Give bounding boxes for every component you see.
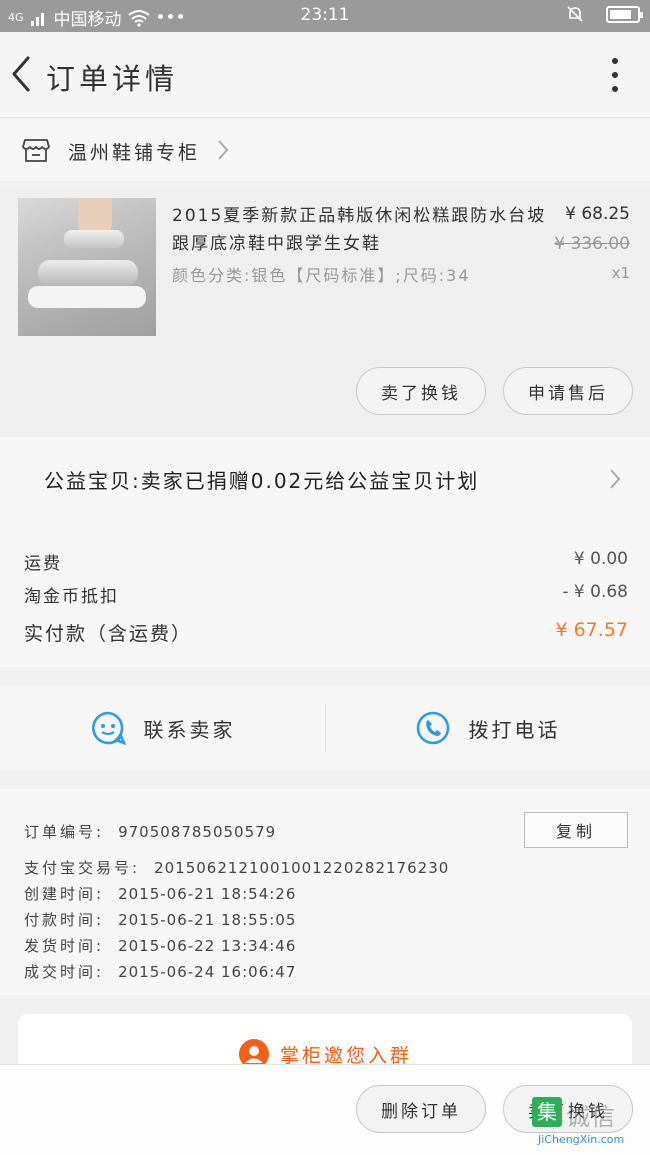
chevron-right-icon xyxy=(610,469,621,489)
back-arrow-icon[interactable] xyxy=(6,54,36,94)
contact-bar: 联系卖家 拨打电话 xyxy=(0,686,650,770)
charity-text: 公益宝贝:卖家已捐赠0.02元给公益宝贝计划 xyxy=(44,469,480,493)
call-phone-button[interactable]: 拨打电话 xyxy=(325,686,650,770)
after-sale-button[interactable]: 申请售后 xyxy=(503,367,633,415)
clock: 23:11 xyxy=(300,5,350,25)
product-thumbnail[interactable] xyxy=(18,198,156,336)
cost-value: ¥ 0.00 xyxy=(573,549,628,569)
total-paid-value: ¥ 67.57 xyxy=(555,619,628,641)
order-number: 970508785050579 xyxy=(118,823,277,841)
battery-icon xyxy=(606,5,643,23)
info-row: 创建时间: 2015-06-21 18:54:26 xyxy=(24,883,296,904)
shop-row[interactable]: 温州鞋铺专柜 xyxy=(0,119,650,181)
info-label: 成交时间: xyxy=(24,963,105,981)
product-item[interactable]: 2015夏季新款正品韩版休闲松糕跟防水台坡跟厚底凉鞋中跟学生女鞋 颜色分类:银色… xyxy=(0,188,650,436)
info-label: 付款时间: xyxy=(24,911,105,929)
copy-button[interactable]: 复制 xyxy=(524,812,628,848)
cost-label: 淘金币抵扣 xyxy=(24,587,119,607)
info-value: 2015062121001001220282176230 xyxy=(154,859,450,877)
store-icon xyxy=(22,139,50,162)
order-number-row: 订单编号: 970508785050579 xyxy=(24,821,276,842)
info-row: 发货时间: 2015-06-22 13:34:46 xyxy=(24,935,296,956)
info-row: 支付宝交易号: 2015062121001001220282176230 xyxy=(24,857,449,878)
order-info: 订单编号: 970508785050579 复制 支付宝交易号: 201506212… xyxy=(0,789,650,995)
info-value: 2015-06-24 16:06:47 xyxy=(118,963,297,981)
status-bar: 4G 中国移动 ••• 23:11 xyxy=(0,0,650,32)
contact-seller-button[interactable]: 联系卖家 xyxy=(0,686,325,770)
product-spec: 颜色分类:银色【尺码标准】;尺码:34 xyxy=(172,266,471,285)
nav-bar: 订单详情 xyxy=(0,32,650,118)
info-value: 2015-06-21 18:54:26 xyxy=(118,885,297,903)
cost-label: 实付款（含运费） xyxy=(24,623,193,645)
charity-row[interactable]: 公益宝贝:卖家已捐赠0.02元给公益宝贝计划 xyxy=(0,437,650,519)
contact-seller-label: 联系卖家 xyxy=(143,717,236,742)
info-label: 创建时间: xyxy=(24,885,105,903)
phone-icon xyxy=(416,711,449,745)
info-value: 2015-06-21 18:55:05 xyxy=(118,911,297,929)
info-label: 发货时间: xyxy=(24,937,105,955)
mute-bell-icon xyxy=(567,6,583,22)
cost-value: - ¥ 0.68 xyxy=(562,582,628,602)
info-row: 付款时间: 2015-06-21 18:55:05 xyxy=(24,909,296,930)
shop-name: 温州鞋铺专柜 xyxy=(68,142,201,164)
bottom-action-bar: 删除订单 卖了换钱 xyxy=(0,1064,650,1155)
total-paid-row: 实付款（含运费） ¥ 67.57 xyxy=(24,619,628,646)
page-title: 订单详情 xyxy=(46,62,179,96)
more-options-icon[interactable] xyxy=(610,58,620,92)
product-quantity: x1 xyxy=(611,264,630,282)
product-price: ¥ 68.25 xyxy=(565,204,630,224)
order-number-label: 订单编号: xyxy=(24,823,105,841)
chat-bubble-icon xyxy=(91,711,126,746)
info-label: 支付宝交易号: xyxy=(24,859,141,877)
cost-label: 运费 xyxy=(24,554,62,574)
resell-button[interactable]: 卖了换钱 xyxy=(356,367,486,415)
info-value: 2015-06-22 13:34:46 xyxy=(118,937,297,955)
shipping-fee-row: 运费 ¥ 0.00 xyxy=(24,549,628,574)
coin-discount-row: 淘金币抵扣 - ¥ 0.68 xyxy=(24,582,628,607)
resell-button-bottom[interactable]: 卖了换钱 xyxy=(503,1085,633,1133)
info-row: 成交时间: 2015-06-24 16:06:47 xyxy=(24,961,296,982)
product-original-price: ¥ 336.00 xyxy=(554,234,630,254)
product-name: 2015夏季新款正品韩版休闲松糕跟防水台坡跟厚底凉鞋中跟学生女鞋 xyxy=(172,206,547,254)
chevron-right-icon xyxy=(218,140,229,160)
delete-order-button[interactable]: 删除订单 xyxy=(356,1085,486,1133)
cost-summary: 运费 ¥ 0.00 淘金币抵扣 - ¥ 0.68 实付款（含运费） ¥ 67.5… xyxy=(0,519,650,667)
call-phone-label: 拨打电话 xyxy=(468,717,561,742)
